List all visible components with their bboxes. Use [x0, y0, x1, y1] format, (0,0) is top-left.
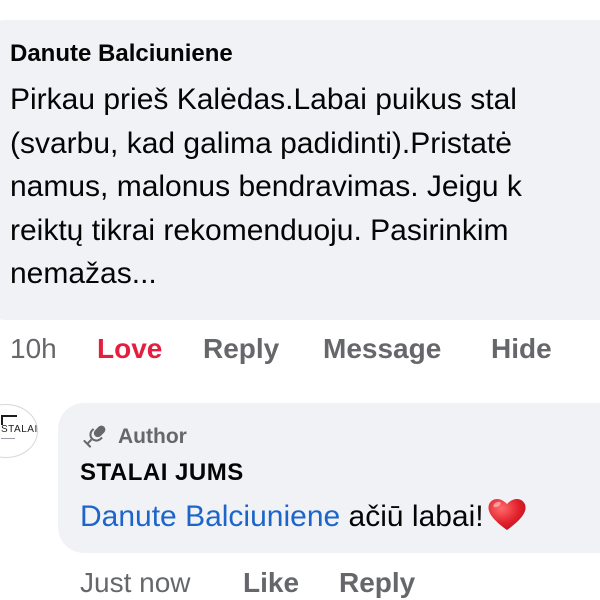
- comment-text-line: (svarbu, kad galima padidinti).Pristatė: [10, 126, 512, 160]
- reply-button[interactable]: Reply: [339, 567, 415, 599]
- comment-thread: Danute Balciuniene Pirkau prieš Kalėdas.…: [0, 0, 600, 600]
- reply-text: Danute Balciuniene ačiū labai!: [80, 496, 528, 534]
- avatar-logo-text: STALAI: [1, 424, 38, 435]
- message-button[interactable]: Message: [323, 333, 441, 365]
- reply-timestamp[interactable]: Just now: [80, 567, 191, 599]
- love-reaction-button[interactable]: Love: [97, 333, 162, 365]
- comment-text-line: Pirkau prieš Kalėdas.Labai puikus stal: [10, 83, 517, 116]
- comment-text-line[interactable]: nemažas...: [10, 252, 600, 296]
- hide-button[interactable]: Hide: [491, 333, 552, 365]
- mention-link[interactable]: Danute Balciuniene: [80, 500, 340, 533]
- comment-timestamp[interactable]: 10h: [10, 333, 57, 365]
- microphone-icon: [83, 425, 106, 448]
- author-badge-label: Author: [118, 425, 187, 448]
- reply-message: ačiū labai!: [348, 500, 484, 533]
- avatar-logo-underline: [1, 438, 15, 439]
- comment-text: Pirkau prieš Kalėdas.Labai puikus stal (…: [10, 78, 600, 296]
- reply-button[interactable]: Reply: [203, 333, 279, 365]
- reply-author-name[interactable]: STALAI JUMS: [80, 459, 244, 487]
- comment-text-line: reiktų tikrai rekomenduoju. Pasirinkim: [10, 213, 509, 247]
- avatar[interactable]: STALAI: [0, 404, 38, 458]
- heart-icon: [488, 498, 526, 530]
- comment-text-line: namus, malonus bendravimas. Jeigu k: [10, 170, 522, 203]
- comment-author-name[interactable]: Danute Balciuniene: [10, 40, 233, 68]
- like-button[interactable]: Like: [243, 567, 299, 599]
